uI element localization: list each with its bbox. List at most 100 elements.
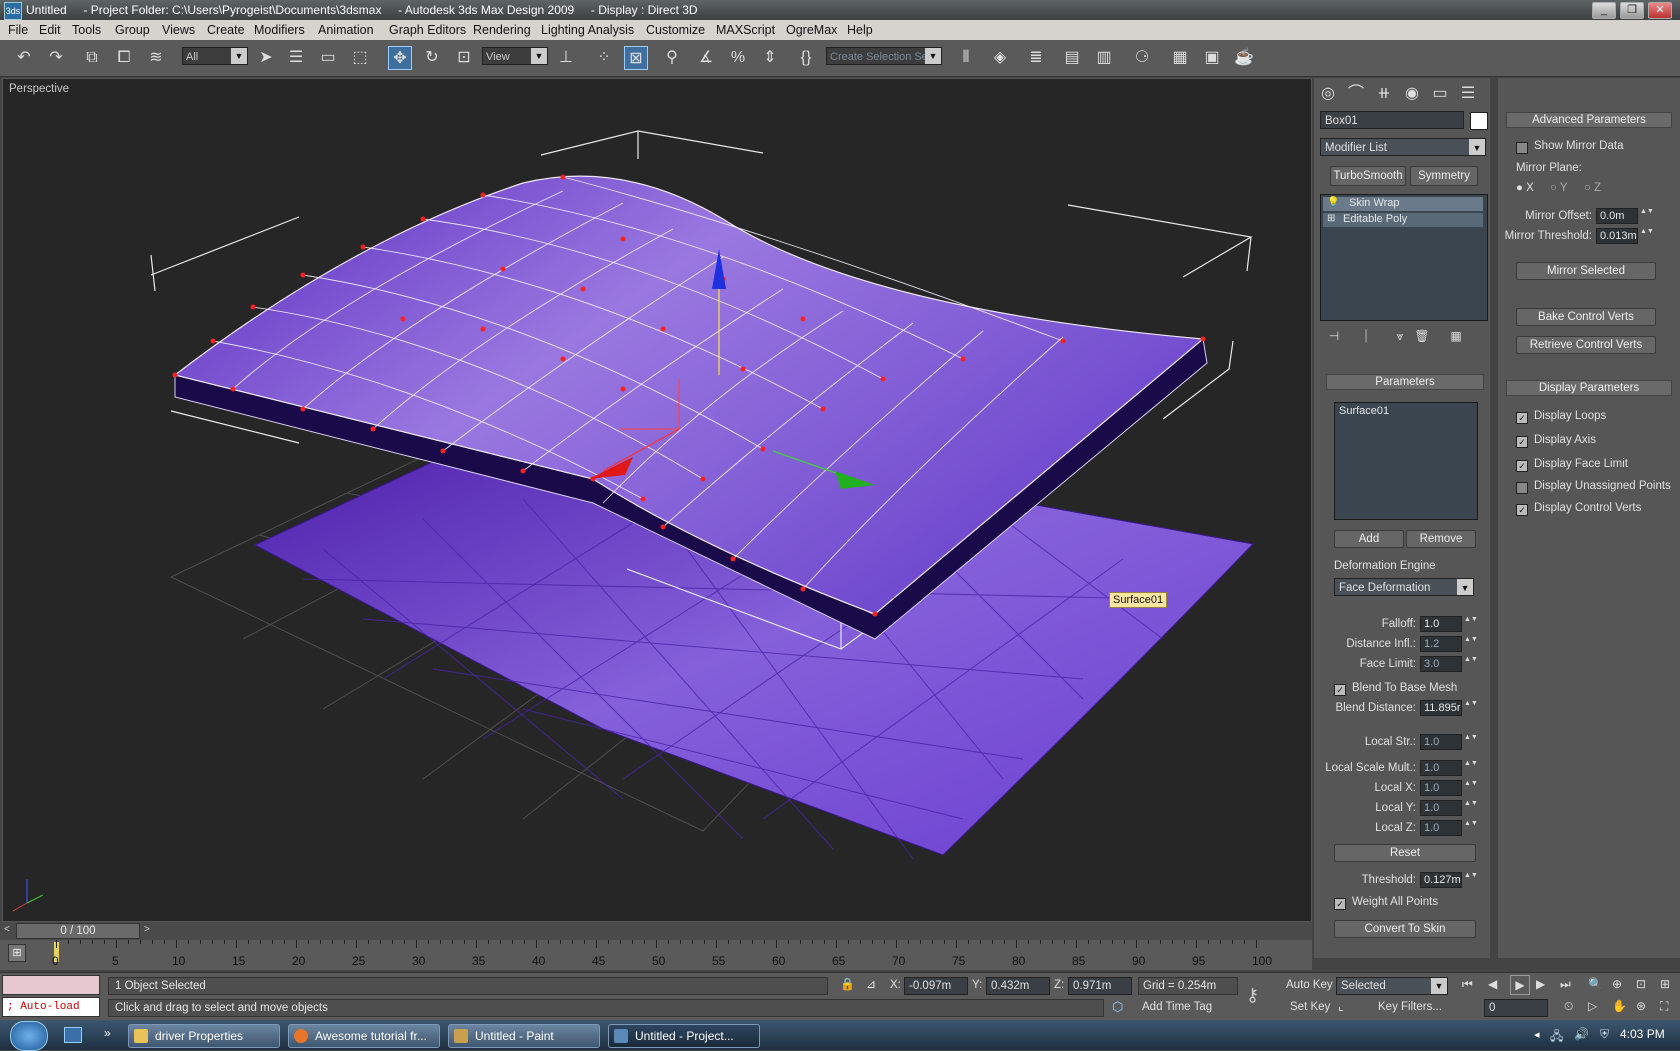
zoom-icon[interactable]: 🔍	[1588, 977, 1603, 991]
auto-key-button[interactable]: Auto Key	[1286, 979, 1333, 991]
deformation-engine-dropdown[interactable]: Face Deformation ▼	[1334, 578, 1474, 596]
rectangular-selection-icon[interactable]: ▭	[316, 46, 340, 70]
undo-icon[interactable]: ↶	[12, 46, 36, 70]
stack-item-skin-wrap[interactable]: 💡 Skin Wrap	[1323, 197, 1483, 211]
remove-button[interactable]: Remove	[1406, 530, 1476, 548]
clock[interactable]: 4:03 PM	[1620, 1027, 1665, 1041]
rendered-frame-window-icon[interactable]: ▣	[1200, 46, 1224, 70]
maxscript-listener-mini[interactable]	[2, 975, 100, 995]
mirror-selected-button[interactable]: Mirror Selected	[1516, 262, 1656, 280]
display-unassigned-points-checkbox[interactable]	[1516, 482, 1528, 494]
set-key-icon[interactable]: ⚷	[1246, 985, 1259, 1006]
arc-rotate-icon[interactable]: ⊛	[1636, 999, 1646, 1013]
spinner-arrows-icon[interactable]: ▲▼	[1640, 208, 1654, 224]
modifier-list-dropdown[interactable]: Modifier List ▼	[1320, 138, 1486, 156]
modify-tab-icon[interactable]: ⌒	[1344, 82, 1368, 106]
spinner-arrows-icon[interactable]: ▲▼	[1640, 228, 1654, 244]
layer-manager-icon[interactable]: ≣	[1024, 46, 1048, 70]
x-coordinate-field[interactable]: -0.097m	[904, 977, 968, 995]
mirror-offset-spinner[interactable]: 0.0m	[1596, 208, 1638, 224]
z-coordinate-field[interactable]: 0.971m	[1068, 977, 1132, 995]
bulb-icon[interactable]: 💡	[1327, 197, 1339, 208]
task-driver-properties[interactable]: driver Properties	[128, 1024, 280, 1048]
mirror-icon[interactable]: ⫴	[954, 46, 978, 70]
local-x-spinner[interactable]: 1.0	[1420, 780, 1462, 796]
retrieve-control-verts-button[interactable]: Retrieve Control Verts	[1516, 336, 1656, 354]
quick-launch-expand-icon[interactable]: »	[104, 1026, 111, 1040]
display-parameters-header[interactable]: Display Parameters	[1506, 380, 1672, 396]
time-slider-thumb[interactable]: 0 / 100	[16, 923, 140, 939]
menu-animation[interactable]: Animation	[318, 23, 374, 37]
display-control-verts-checkbox[interactable]: ✓	[1516, 504, 1528, 516]
add-time-tag-button[interactable]: Add Time Tag	[1142, 1001, 1212, 1013]
parameters-rollout-header[interactable]: Parameters	[1326, 374, 1484, 390]
render-production-icon[interactable]: ☕	[1232, 46, 1256, 70]
configure-modifier-sets-icon[interactable]: ▦	[1444, 324, 1468, 348]
spinner-arrows-icon[interactable]: ▲▼	[1464, 616, 1478, 632]
mirror-plane-x-radio[interactable]: ● X	[1516, 182, 1534, 194]
select-and-move-icon[interactable]: ✥	[388, 46, 412, 70]
field-of-view-icon[interactable]: ▷	[1588, 999, 1597, 1013]
add-button[interactable]: Add	[1334, 530, 1404, 548]
spinner-arrows-icon[interactable]: ▲▼	[1464, 760, 1478, 776]
y-coordinate-field[interactable]: 0.432m	[986, 977, 1050, 995]
start-button-icon[interactable]	[10, 1021, 48, 1051]
menu-help[interactable]: Help	[847, 23, 873, 37]
track-bar[interactable]: ⊞ 0 5 10 15 20 25 30 35 40 45 50 55 60 65 70 75 80 85 90 95…	[0, 940, 1312, 970]
display-axis-checkbox[interactable]: ✓	[1516, 436, 1528, 448]
object-name-field[interactable]: Box01	[1320, 111, 1464, 129]
maximize-viewport-icon[interactable]: ⛶	[1660, 999, 1668, 1014]
select-and-link-icon[interactable]: ⧉	[80, 46, 104, 70]
menu-create[interactable]: Create	[207, 23, 245, 37]
blend-to-base-checkbox[interactable]: ✓	[1334, 684, 1346, 696]
menu-edit[interactable]: Edit	[39, 23, 61, 37]
menu-lighting-analysis[interactable]: Lighting Analysis	[541, 23, 634, 37]
threshold-spinner[interactable]: 0.127m	[1420, 872, 1462, 888]
spinner-arrows-icon[interactable]: ▲▼	[1464, 700, 1478, 716]
curve-editor-icon[interactable]: ▤	[1060, 46, 1084, 70]
local-scale-mult-spinner[interactable]: 1.0	[1420, 760, 1462, 776]
key-mode-dropdown[interactable]: Selected ▼	[1336, 977, 1448, 995]
display-face-limit-checkbox[interactable]: ✓	[1516, 460, 1528, 472]
next-frame-icon[interactable]: ▶	[1536, 977, 1545, 991]
prev-frame-icon[interactable]: <	[4, 924, 10, 935]
surface-list-item[interactable]: Surface01	[1339, 405, 1389, 417]
pin-stack-icon[interactable]: ⊣	[1322, 324, 1346, 348]
menu-customize[interactable]: Customize	[646, 23, 705, 37]
previous-frame-icon[interactable]: ◀	[1488, 977, 1497, 991]
reference-coordinate-dropdown[interactable]: View ▼	[482, 47, 548, 65]
face-limit-spinner[interactable]: 3.0	[1420, 656, 1462, 672]
stack-item-editable-poly[interactable]: ⊞ Editable Poly	[1323, 213, 1483, 227]
set-key-button[interactable]: Set Key	[1290, 1001, 1330, 1013]
selection-filter-dropdown[interactable]: All ▼	[182, 47, 248, 65]
go-to-end-icon[interactable]: ⏭	[1560, 977, 1571, 992]
time-tag-icon[interactable]: ⬡	[1112, 999, 1132, 1017]
menu-rendering[interactable]: Rendering	[473, 23, 531, 37]
minimize-button[interactable]: _	[1592, 2, 1616, 19]
menu-file[interactable]: File	[8, 23, 28, 37]
unlink-icon[interactable]: ⧠	[112, 46, 136, 70]
advanced-parameters-header[interactable]: Advanced Parameters	[1506, 112, 1672, 128]
local-y-spinner[interactable]: 1.0	[1420, 800, 1462, 816]
menu-views[interactable]: Views	[162, 23, 195, 37]
local-str-spinner[interactable]: 1.0	[1420, 734, 1462, 750]
symmetry-button[interactable]: Symmetry	[1410, 166, 1478, 186]
pivot-center-icon[interactable]: ⊥	[554, 46, 578, 70]
maxscript-input[interactable]: ; Auto-load	[2, 997, 100, 1017]
expand-icon[interactable]: ⊞	[1327, 213, 1335, 224]
show-desktop-icon[interactable]	[64, 1027, 82, 1043]
select-object-icon[interactable]: ➤	[254, 46, 278, 70]
display-loops-checkbox[interactable]: ✓	[1516, 412, 1528, 424]
bind-space-warp-icon[interactable]: ≋	[144, 46, 168, 70]
restore-button[interactable]: ❐	[1620, 2, 1644, 19]
play-icon[interactable]: ▶	[1510, 975, 1530, 995]
current-frame-field[interactable]: 0	[1484, 999, 1548, 1017]
menu-tools[interactable]: Tools	[72, 23, 101, 37]
blend-distance-spinner[interactable]: 11.895r	[1420, 700, 1462, 716]
convert-to-skin-button[interactable]: Convert To Skin	[1334, 920, 1476, 938]
spinner-arrows-icon[interactable]: ▲▼	[1464, 872, 1478, 888]
absolute-mode-icon[interactable]: ⊿	[866, 977, 876, 991]
create-tab-icon[interactable]: ◎	[1316, 82, 1340, 106]
render-setup-icon[interactable]: ▦	[1168, 46, 1192, 70]
security-tray-icon[interactable]: ⛨	[1600, 1027, 1609, 1042]
